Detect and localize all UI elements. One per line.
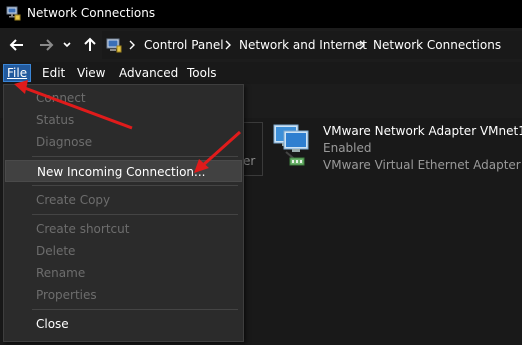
arrow-up-icon[interactable] [82, 37, 98, 53]
menu-edit[interactable]: Edit [39, 65, 68, 82]
menu-view[interactable]: View [74, 65, 108, 82]
adapter-name: VMware Network Adapter VMnet1 [323, 124, 522, 138]
chevron-right-icon[interactable] [358, 38, 366, 52]
network-connections-icon [6, 6, 21, 21]
menu-item-status[interactable]: Status [5, 109, 242, 131]
menu-item-create-copy[interactable]: Create Copy [5, 189, 242, 211]
menu-separator [32, 214, 238, 215]
menu-file-label: File [7, 66, 28, 80]
title-bar: Network Connections [0, 0, 522, 28]
chevron-down-icon[interactable] [62, 37, 72, 53]
menu-item-connect[interactable]: Connect [5, 87, 242, 109]
menu-separator [32, 156, 238, 157]
menu-item-close[interactable]: Close [5, 313, 242, 335]
arrow-left-icon[interactable] [9, 37, 25, 53]
menu-item-properties[interactable]: Properties [5, 284, 242, 306]
breadcrumb-network-and-internet[interactable]: Network and Internet [239, 37, 367, 53]
breadcrumb-control-panel[interactable]: Control Panel [144, 37, 224, 53]
menu-item-diagnose[interactable]: Diagnose [5, 131, 242, 153]
menu-file[interactable]: File [3, 64, 32, 82]
chevron-right-icon[interactable] [224, 38, 232, 52]
menu-bar: File Edit View Advanced Tools [0, 62, 522, 84]
menu-advanced[interactable]: Advanced [116, 65, 181, 82]
navigation-bar: Control Panel Network and Internet Netwo… [0, 28, 522, 62]
menu-item-rename[interactable]: Rename [5, 262, 242, 284]
file-menu: Connect Status Diagnose New Incoming Con… [3, 84, 244, 342]
arrow-right-icon[interactable] [38, 37, 54, 53]
adapter-item-vmnet1[interactable]: VMware Network Adapter VMnet1 Enabled VM… [268, 120, 522, 180]
window-title: Network Connections [27, 6, 156, 20]
chevron-right-icon [129, 40, 135, 50]
menu-tools[interactable]: Tools [184, 65, 220, 82]
network-adapter-icon [273, 124, 309, 166]
adapter-partial-text: er [243, 154, 256, 168]
menu-separator [32, 185, 238, 186]
adapter-device: VMware Virtual Ethernet Adapter ... [323, 158, 522, 172]
breadcrumb-network-connections[interactable]: Network Connections [373, 37, 501, 53]
control-panel-icon [106, 38, 122, 53]
adapter-status: Enabled [323, 141, 372, 155]
menu-item-create-shortcut[interactable]: Create shortcut [5, 218, 242, 240]
address-bar[interactable]: Control Panel Network and Internet Netwo… [102, 31, 522, 59]
menu-item-delete[interactable]: Delete [5, 240, 242, 262]
menu-separator [32, 309, 238, 310]
menu-item-new-incoming-connection[interactable]: New Incoming Connection... [5, 160, 242, 182]
